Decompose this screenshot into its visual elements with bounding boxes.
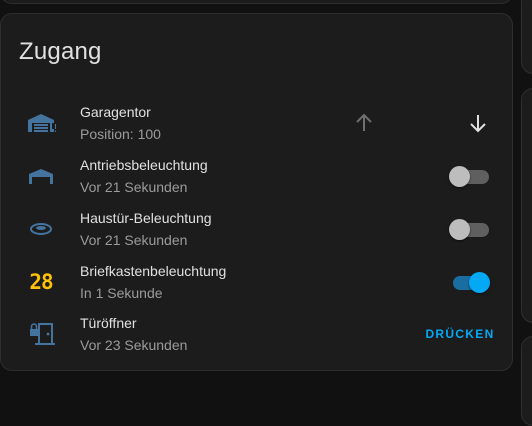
side-card-middle — [521, 88, 532, 323]
entity-row-tueroeffner[interactable]: Türöffner Vor 23 Sekunden DRÜCKEN — [1, 312, 514, 356]
close-cover-button[interactable] — [462, 107, 494, 139]
entity-secondary: In 1 Sekunde — [80, 285, 163, 301]
arrow-up-icon — [356, 113, 372, 131]
entities-card: Zugang Garagentor Position: 100 Antriebs… — [0, 13, 513, 371]
toggle-knob — [449, 219, 470, 240]
entity-secondary: Position: 100 — [80, 126, 161, 142]
entity-name: Garagentor — [80, 104, 151, 120]
card-above — [0, 0, 513, 4]
door-lock-icon — [23, 320, 59, 348]
entity-row-garagentor[interactable]: Garagentor Position: 100 — [1, 101, 514, 145]
side-card-bottom — [521, 336, 532, 426]
entity-secondary: Vor 23 Sekunden — [80, 337, 188, 353]
card-title: Zugang — [19, 38, 102, 65]
side-card-top — [521, 0, 532, 74]
entity-name: Briefkastenbeleuchtung — [80, 263, 227, 279]
entity-row-antriebsbeleuchtung[interactable]: Antriebsbeleuchtung Vor 21 Sekunden — [1, 154, 514, 198]
entity-secondary: Vor 21 Sekunden — [80, 232, 188, 248]
ceiling-light-icon — [23, 215, 59, 243]
entity-name: Antriebsbeleuchtung — [80, 157, 208, 173]
toggle-switch[interactable] — [449, 166, 491, 187]
toggle-knob — [449, 166, 470, 187]
press-button[interactable]: DRÜCKEN — [417, 318, 503, 350]
garage-light-icon — [23, 162, 59, 190]
open-cover-button[interactable] — [348, 107, 380, 139]
toggle-switch[interactable] — [449, 219, 491, 240]
toggle-knob — [469, 272, 490, 293]
arrow-down-icon — [470, 115, 486, 133]
entity-row-haustuer-beleuchtung[interactable]: Haustür-Beleuchtung Vor 21 Sekunden — [1, 207, 514, 251]
toggle-switch[interactable] — [449, 272, 491, 293]
entity-name: Haustür-Beleuchtung — [80, 210, 212, 226]
garage-icon — [23, 109, 59, 137]
entity-name: Türöffner — [80, 315, 137, 331]
mailbox-counter-icon: 28 — [29, 270, 53, 294]
entity-row-briefkastenbeleuchtung[interactable]: 28 Briefkastenbeleuchtung In 1 Sekunde — [1, 260, 514, 304]
entity-secondary: Vor 21 Sekunden — [80, 179, 188, 195]
